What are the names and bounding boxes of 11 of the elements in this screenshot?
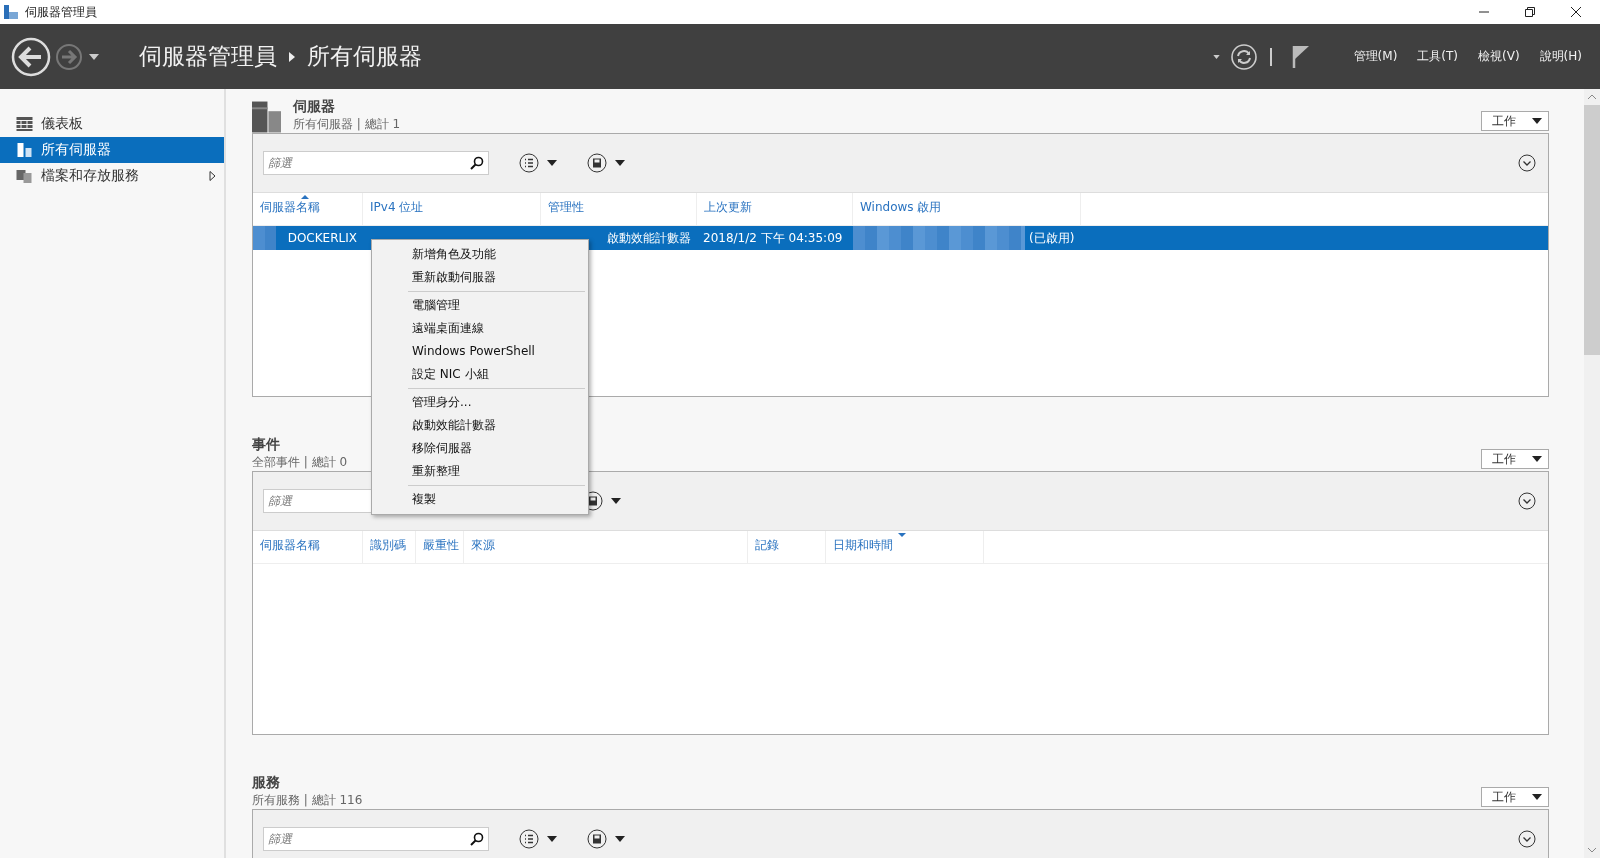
section-subtitle: 所有伺服器 | 總計 1 xyxy=(293,116,401,133)
table-cell: 2018/1/2 下午 04:35:09 xyxy=(703,229,843,247)
section-title: 伺服器 xyxy=(293,98,336,116)
section-subtitle: 全部事件 | 總計 0 xyxy=(252,454,348,471)
window-title: 伺服器管理員 xyxy=(25,3,97,21)
table-cell: 啟動效能計數器 xyxy=(607,229,691,247)
section-title: 服務 xyxy=(252,774,281,792)
section-subtitle: 所有服務 | 總計 116 xyxy=(252,792,363,809)
table-cell: DOCKERLIX xyxy=(287,231,357,245)
table-cell: (已啟用) xyxy=(1029,229,1075,247)
section-title: 事件 xyxy=(252,436,281,454)
